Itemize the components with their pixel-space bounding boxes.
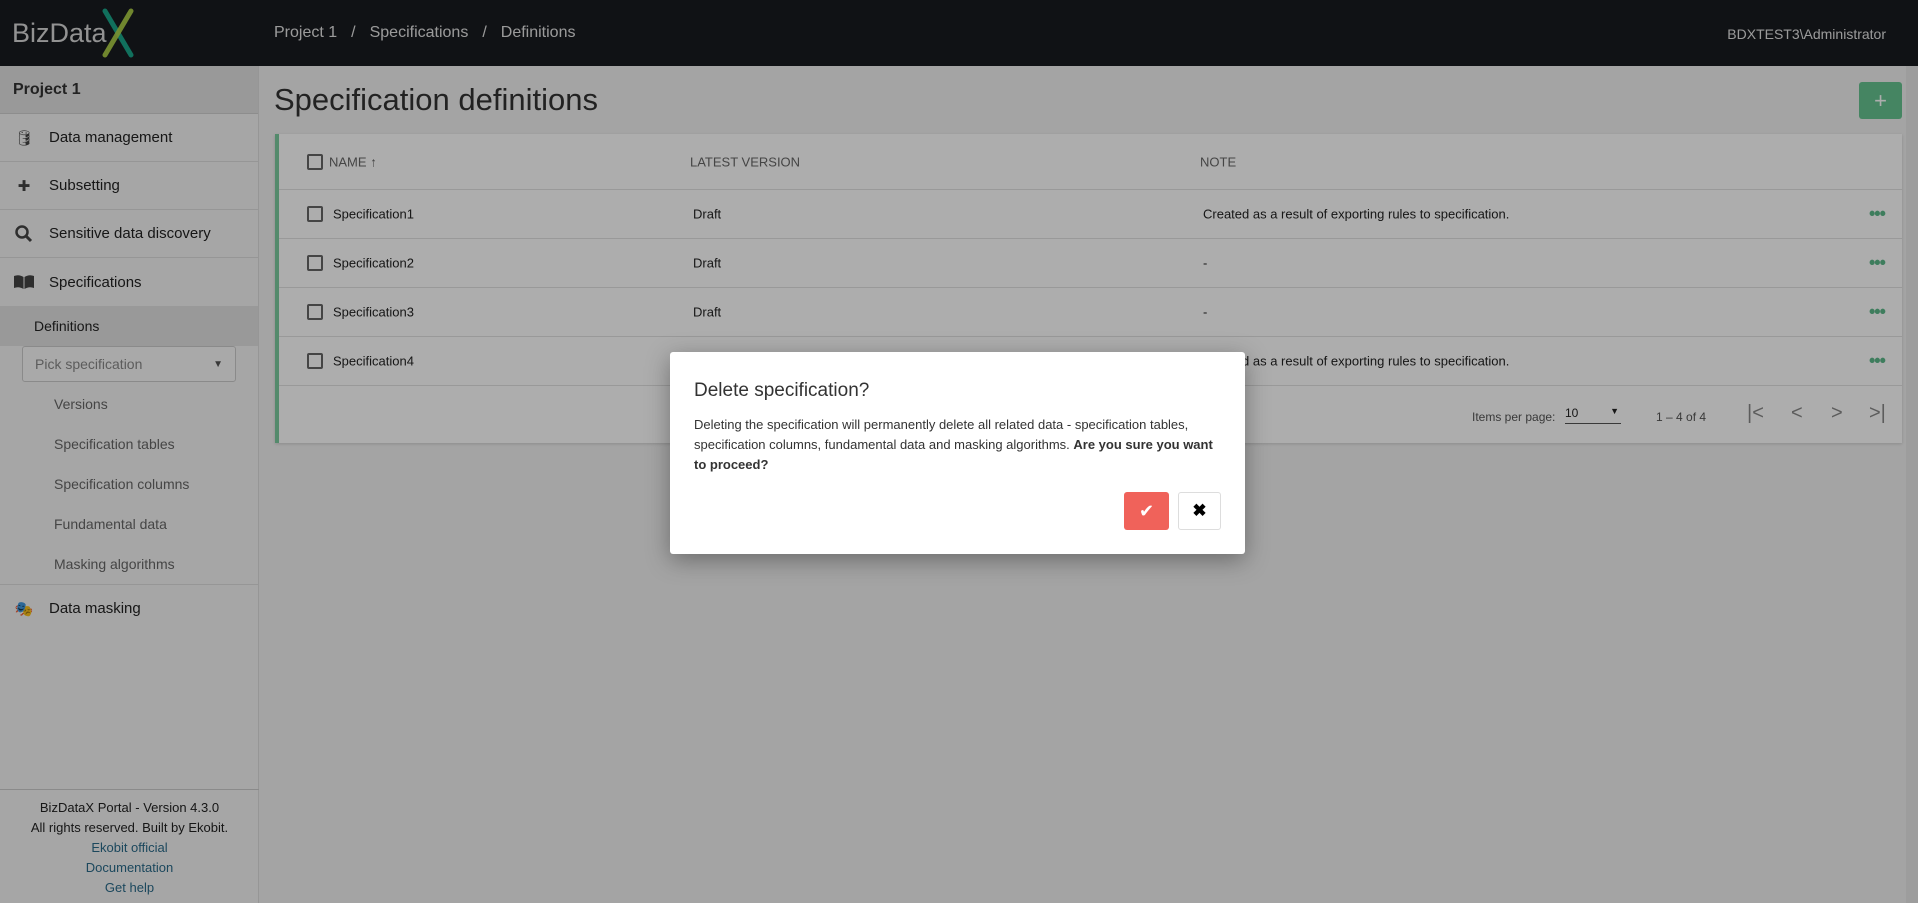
- delete-specification-dialog: Delete specification? Deleting the speci…: [670, 352, 1245, 554]
- close-icon: ✖: [1192, 501, 1207, 520]
- confirm-delete-button[interactable]: ✔: [1124, 492, 1169, 530]
- dialog-message: Deleting the specification will permanen…: [694, 417, 1213, 472]
- check-icon: ✔: [1138, 500, 1155, 521]
- dialog-title: Delete specification?: [694, 380, 870, 401]
- cancel-button[interactable]: ✖: [1178, 492, 1221, 530]
